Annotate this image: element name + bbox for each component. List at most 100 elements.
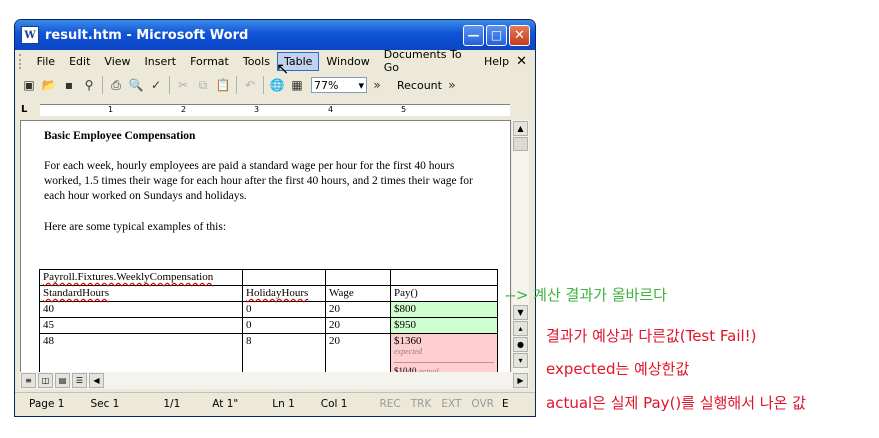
status-column: Col 1 bbox=[320, 398, 348, 410]
previous-page-icon[interactable]: ▴ bbox=[513, 321, 528, 336]
fixture-name-cell: Payroll.Fixtures.WeeklyCompensation bbox=[39, 269, 243, 286]
status-language: E bbox=[501, 398, 509, 410]
toolbar-separator bbox=[263, 76, 264, 94]
next-page-icon[interactable]: ▾ bbox=[513, 353, 528, 368]
document-paragraph: Here are some typical examples of this: bbox=[44, 221, 227, 233]
select-browse-object-icon[interactable]: ● bbox=[513, 337, 528, 352]
table-cell bbox=[325, 269, 391, 286]
document-paragraph: For each week, hourly employees are paid… bbox=[44, 160, 473, 202]
print-layout-icon[interactable]: ▤ bbox=[55, 373, 70, 388]
pass-annotation: --> 계산 결과가 올바르다 bbox=[505, 286, 667, 304]
paste-icon[interactable]: 📋 bbox=[213, 75, 233, 95]
expected-label: expected bbox=[394, 347, 422, 356]
toolbar-overflow-icon[interactable]: » bbox=[442, 75, 462, 95]
expected-value: $1360 bbox=[394, 335, 422, 347]
status-ovr[interactable]: OVR bbox=[471, 398, 494, 410]
recount-button[interactable]: Recount bbox=[397, 79, 442, 92]
table-row: Payroll.Fixtures.WeeklyCompensation bbox=[39, 269, 498, 286]
menubar-grip[interactable] bbox=[19, 53, 24, 69]
table-cell: 45 bbox=[39, 317, 243, 334]
ruler-number: 1 bbox=[108, 105, 114, 114]
pay-pass-cell: $950 bbox=[390, 317, 498, 334]
table-cell: 20 bbox=[325, 333, 391, 373]
column-header: HolidayHours bbox=[242, 285, 326, 302]
tab-selector-icon[interactable]: L bbox=[21, 104, 27, 115]
status-rec[interactable]: REC bbox=[379, 398, 400, 410]
table-cell bbox=[242, 269, 326, 286]
table-cell: 0 bbox=[242, 317, 326, 334]
scroll-left-icon[interactable]: ◀ bbox=[89, 373, 104, 388]
status-bar: Page 1 Sec 1 1/1 At 1" Ln 1 Col 1 REC TR… bbox=[15, 392, 535, 415]
word-app-icon[interactable]: W bbox=[21, 26, 39, 44]
toolbar-options-icon[interactable]: » bbox=[367, 75, 387, 95]
scroll-up-icon[interactable]: ▲ bbox=[513, 121, 528, 136]
hyperlink-icon[interactable]: 🌐 bbox=[267, 75, 287, 95]
print-preview-icon[interactable]: 🔍 bbox=[126, 75, 146, 95]
menu-window[interactable]: Window bbox=[319, 52, 376, 71]
minimize-button[interactable]: — bbox=[463, 24, 484, 46]
scroll-right-icon[interactable]: ▶ bbox=[513, 373, 528, 388]
document-close-icon[interactable]: ✕ bbox=[516, 54, 527, 69]
standard-toolbar: ▣ 📂 ▪ ⚲ ⎙ 🔍 ✓ ✂ ⧉ 📋 ↶ 🌐 ▦ 77% ▾ » Recoun… bbox=[15, 72, 535, 98]
status-trk[interactable]: TRK bbox=[411, 398, 432, 410]
ruler-track[interactable]: 1 2 3 4 5 bbox=[40, 104, 510, 116]
menu-file[interactable]: File bbox=[30, 52, 62, 71]
vertical-scrollbar[interactable]: ▲ ▼ ▴ ● ▾ bbox=[512, 120, 529, 372]
copy-icon[interactable]: ⧉ bbox=[193, 75, 213, 95]
payroll-table[interactable]: Payroll.Fixtures.WeeklyCompensation Stan… bbox=[39, 269, 498, 373]
menu-tools[interactable]: Tools bbox=[236, 52, 277, 71]
status-section: Sec 1 bbox=[90, 398, 120, 410]
new-document-icon[interactable]: ▣ bbox=[19, 75, 39, 95]
status-pages: 1/1 bbox=[163, 398, 181, 410]
toolbar-separator bbox=[102, 76, 103, 94]
zoom-select[interactable]: 77% ▾ bbox=[311, 77, 367, 93]
pay-fail-cell: $1360 expected $1040 actual bbox=[390, 333, 498, 373]
horizontal-ruler[interactable]: L 1 2 3 4 5 bbox=[15, 102, 535, 117]
document-heading: Basic Employee Compensation bbox=[44, 130, 196, 142]
table-cell: 40 bbox=[39, 301, 243, 318]
column-header: StandardHours bbox=[39, 285, 243, 302]
permission-icon[interactable]: ⚲ bbox=[79, 75, 99, 95]
menu-documents-to-go[interactable]: Documents To Go bbox=[377, 45, 477, 77]
cut-icon[interactable]: ✂ bbox=[173, 75, 193, 95]
status-line: Ln 1 bbox=[272, 398, 295, 410]
outline-view-icon[interactable]: ☰ bbox=[72, 373, 87, 388]
chevron-down-icon[interactable]: ▾ bbox=[358, 79, 364, 92]
document-area[interactable]: Basic Employee Compensation For each wee… bbox=[20, 120, 511, 374]
tables-borders-icon[interactable]: ▦ bbox=[287, 75, 307, 95]
web-layout-icon[interactable]: ◫ bbox=[38, 373, 53, 388]
mouse-cursor-icon: ↖ bbox=[276, 59, 290, 78]
scroll-thumb[interactable] bbox=[513, 137, 528, 151]
maximize-button[interactable]: □ bbox=[486, 24, 507, 46]
horizontal-scrollbar[interactable]: ≡ ◫ ▤ ☰ ◀ ▶ bbox=[20, 372, 529, 389]
menu-help[interactable]: Help bbox=[477, 52, 516, 71]
close-button[interactable]: ✕ bbox=[509, 24, 530, 46]
table-row: 45 0 20 $950 bbox=[39, 317, 498, 334]
spelling-icon[interactable]: ✓ bbox=[146, 75, 166, 95]
print-icon[interactable]: ⎙ bbox=[106, 75, 126, 95]
table-row: 40 0 20 $800 bbox=[39, 301, 498, 318]
menu-edit[interactable]: Edit bbox=[62, 52, 97, 71]
menu-view[interactable]: View bbox=[97, 52, 137, 71]
open-folder-icon[interactable]: 📂 bbox=[39, 75, 59, 95]
expected-annotation: expected는 예상한값 bbox=[546, 360, 690, 378]
menu-insert[interactable]: Insert bbox=[138, 52, 184, 71]
menu-bar: File Edit View Insert Format Tools Table… bbox=[15, 48, 535, 74]
normal-view-icon[interactable]: ≡ bbox=[21, 373, 36, 388]
table-cell: 20 bbox=[325, 317, 391, 334]
menu-format[interactable]: Format bbox=[183, 52, 236, 71]
scroll-track[interactable] bbox=[512, 152, 529, 304]
status-at: At 1" bbox=[212, 398, 239, 410]
scroll-down-icon[interactable]: ▼ bbox=[513, 305, 528, 320]
status-ext[interactable]: EXT bbox=[441, 398, 461, 410]
table-cell: 0 bbox=[242, 301, 326, 318]
zoom-value: 77% bbox=[314, 78, 339, 92]
fail-annotation: 결과가 예상과 다른값(Test Fail!) bbox=[546, 327, 757, 345]
status-page: Page 1 bbox=[29, 398, 65, 410]
table-header-row: StandardHours HolidayHours Wage Pay() bbox=[39, 285, 498, 302]
word-window: W result.htm - Microsoft Word — □ ✕ File… bbox=[14, 19, 536, 417]
save-icon[interactable]: ▪ bbox=[59, 75, 79, 95]
column-header: Wage bbox=[325, 285, 391, 302]
undo-icon[interactable]: ↶ bbox=[240, 75, 260, 95]
table-cell: 8 bbox=[242, 333, 326, 373]
